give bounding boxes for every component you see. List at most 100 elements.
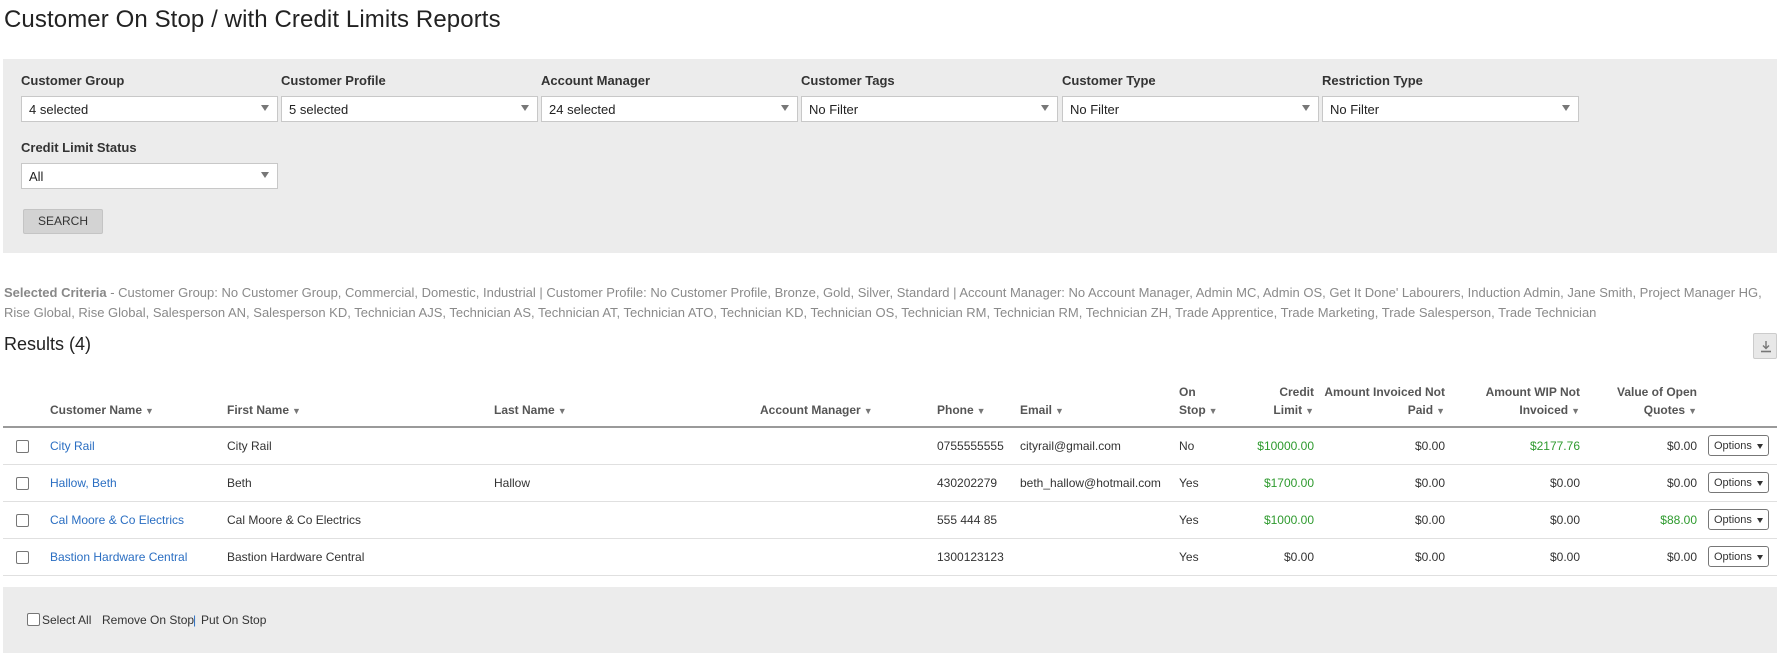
wip-not-invoiced-cell: $2177.76 bbox=[1529, 439, 1580, 453]
credit-limit-cell: $1700.00 bbox=[1263, 476, 1314, 490]
sort-caret-icon: ▼ bbox=[145, 406, 154, 416]
chevron-down-icon bbox=[261, 172, 269, 178]
invoiced-not-paid-cell: $0.00 bbox=[1414, 550, 1445, 564]
select-value: 24 selected bbox=[549, 102, 616, 117]
open-quotes-cell: $0.00 bbox=[1666, 476, 1697, 490]
chevron-down-icon bbox=[1302, 105, 1310, 111]
sort-caret-icon: ▼ bbox=[863, 406, 873, 416]
sort-caret-icon: ▼ bbox=[1571, 406, 1580, 416]
sort-caret-icon: ▼ bbox=[292, 406, 301, 416]
first-name-cell: Bastion Hardware Central bbox=[227, 550, 365, 564]
options-button[interactable]: Options bbox=[1708, 472, 1769, 493]
chevron-down-icon bbox=[781, 105, 789, 111]
filter-label: Credit Limit Status bbox=[21, 140, 137, 155]
credit-limit-cell: $1000.00 bbox=[1263, 513, 1314, 527]
on-stop-cell: Yes bbox=[1179, 476, 1199, 490]
search-button[interactable]: SEARCH bbox=[23, 209, 103, 234]
table-header: Customer Name ▼ First Name ▼ Last Name ▼ Ac… bbox=[3, 382, 1777, 428]
customer-name-link[interactable]: Hallow, Beth bbox=[50, 476, 117, 490]
filter-restriction-type: Restriction Type No Filter bbox=[1322, 73, 1579, 122]
filter-label: Customer Profile bbox=[281, 73, 386, 88]
sort-caret-icon: ▼ bbox=[976, 406, 986, 416]
results-title: Results (4) bbox=[4, 334, 92, 354]
phone-cell: 1300123123 bbox=[937, 550, 1004, 564]
col-last-name[interactable]: Last Name ▼ bbox=[494, 401, 567, 420]
chevron-down-icon bbox=[1757, 481, 1763, 486]
download-icon bbox=[1761, 341, 1771, 353]
filter-label: Customer Type bbox=[1062, 73, 1156, 88]
on-stop-cell: Yes bbox=[1179, 550, 1199, 564]
col-open-quotes[interactable]: Value of Open Quotes ▼ bbox=[1617, 383, 1697, 420]
remove-on-stop-link[interactable]: Remove On Stop bbox=[102, 613, 194, 627]
options-button[interactable]: Options bbox=[1708, 546, 1769, 567]
credit-limit-cell: $0.00 bbox=[1283, 550, 1314, 564]
col-invoiced-not-paid[interactable]: Amount Invoiced Not Paid ▼ bbox=[1324, 383, 1445, 420]
restriction-type-select[interactable]: No Filter bbox=[1322, 96, 1579, 122]
open-quotes-cell: $0.00 bbox=[1666, 439, 1697, 453]
col-wip-not-invoiced[interactable]: Amount WIP Not Invoiced ▼ bbox=[1486, 383, 1580, 420]
bulk-actions-panel: Select All Remove On Stop | Put On Stop bbox=[3, 587, 1777, 653]
row-checkbox[interactable] bbox=[16, 440, 29, 453]
options-button[interactable]: Options bbox=[1708, 435, 1769, 456]
chevron-down-icon bbox=[1757, 518, 1763, 523]
col-on-stop[interactable]: On Stop ▼ bbox=[1179, 383, 1218, 420]
customer-tags-select[interactable]: No Filter bbox=[801, 96, 1058, 122]
credit-limit-status-select[interactable]: All bbox=[21, 163, 278, 189]
options-button[interactable]: Options bbox=[1708, 509, 1769, 530]
on-stop-cell: Yes bbox=[1179, 513, 1199, 527]
customer-type-select[interactable]: No Filter bbox=[1062, 96, 1319, 122]
customer-profile-select[interactable]: 5 selected bbox=[281, 96, 538, 122]
col-phone[interactable]: Phone ▼ bbox=[937, 401, 986, 420]
select-all-checkbox[interactable] bbox=[27, 613, 40, 626]
customer-name-link[interactable]: City Rail bbox=[50, 439, 95, 453]
table-row: Bastion Hardware Central Bastion Hardwar… bbox=[3, 539, 1777, 576]
phone-cell: 0755555555 bbox=[937, 439, 1004, 453]
select-value: 4 selected bbox=[29, 102, 89, 117]
filter-customer-profile: Customer Profile 5 selected bbox=[281, 73, 538, 122]
col-credit-limit[interactable]: Credit Limit ▼ bbox=[1273, 383, 1314, 420]
wip-not-invoiced-cell: $0.00 bbox=[1549, 513, 1580, 527]
sort-caret-icon: ▼ bbox=[1208, 406, 1218, 416]
col-first-name[interactable]: First Name ▼ bbox=[227, 401, 301, 420]
email-cell: cityrail@gmail.com bbox=[1020, 439, 1121, 453]
sort-caret-icon: ▼ bbox=[1305, 406, 1314, 416]
criteria-label: Selected Criteria bbox=[4, 285, 107, 300]
chevron-down-icon bbox=[1041, 105, 1049, 111]
sort-caret-icon: ▼ bbox=[1688, 406, 1697, 416]
customer-name-link[interactable]: Cal Moore & Co Electrics bbox=[50, 513, 184, 527]
invoiced-not-paid-cell: $0.00 bbox=[1414, 439, 1445, 453]
select-value: No Filter bbox=[809, 102, 859, 117]
table-row: City Rail City Rail 0755555555 cityrail@… bbox=[3, 428, 1777, 465]
credit-limit-cell: $10000.00 bbox=[1257, 439, 1314, 453]
sort-caret-icon: ▼ bbox=[1055, 406, 1064, 416]
phone-cell: 430202279 bbox=[937, 476, 998, 490]
select-value: 5 selected bbox=[289, 102, 349, 117]
chevron-down-icon bbox=[1562, 105, 1570, 111]
col-email[interactable]: Email ▼ bbox=[1020, 401, 1064, 420]
filter-panel: Customer Group 4 selected Customer Profi… bbox=[3, 59, 1777, 253]
filter-label: Customer Tags bbox=[801, 73, 895, 88]
wip-not-invoiced-cell: $0.00 bbox=[1549, 476, 1580, 490]
filter-label: Account Manager bbox=[541, 73, 651, 88]
put-on-stop-link[interactable]: Put On Stop bbox=[201, 613, 266, 627]
row-checkbox[interactable] bbox=[16, 551, 29, 564]
sort-caret-icon: ▼ bbox=[1436, 406, 1445, 416]
chevron-down-icon bbox=[1757, 444, 1763, 449]
col-account-manager[interactable]: Account Manager ▼ bbox=[760, 401, 873, 420]
customer-group-select[interactable]: 4 selected bbox=[21, 96, 278, 122]
select-value: All bbox=[29, 169, 44, 184]
last-name-cell: Hallow bbox=[494, 476, 531, 490]
download-button[interactable] bbox=[1753, 333, 1777, 359]
on-stop-cell: No bbox=[1179, 439, 1195, 453]
row-checkbox[interactable] bbox=[16, 477, 29, 490]
col-customer-name[interactable]: Customer Name ▼ bbox=[50, 401, 154, 420]
invoiced-not-paid-cell: $0.00 bbox=[1414, 476, 1445, 490]
account-manager-select[interactable]: 24 selected bbox=[541, 96, 798, 122]
chevron-down-icon bbox=[261, 105, 269, 111]
row-checkbox[interactable] bbox=[16, 514, 29, 527]
chevron-down-icon bbox=[521, 105, 529, 111]
page-title: Customer On Stop / with Credit Limits Re… bbox=[4, 6, 501, 33]
first-name-cell: Beth bbox=[227, 476, 252, 490]
select-all-label[interactable]: Select All bbox=[42, 613, 91, 627]
customer-name-link[interactable]: Bastion Hardware Central bbox=[50, 550, 187, 564]
